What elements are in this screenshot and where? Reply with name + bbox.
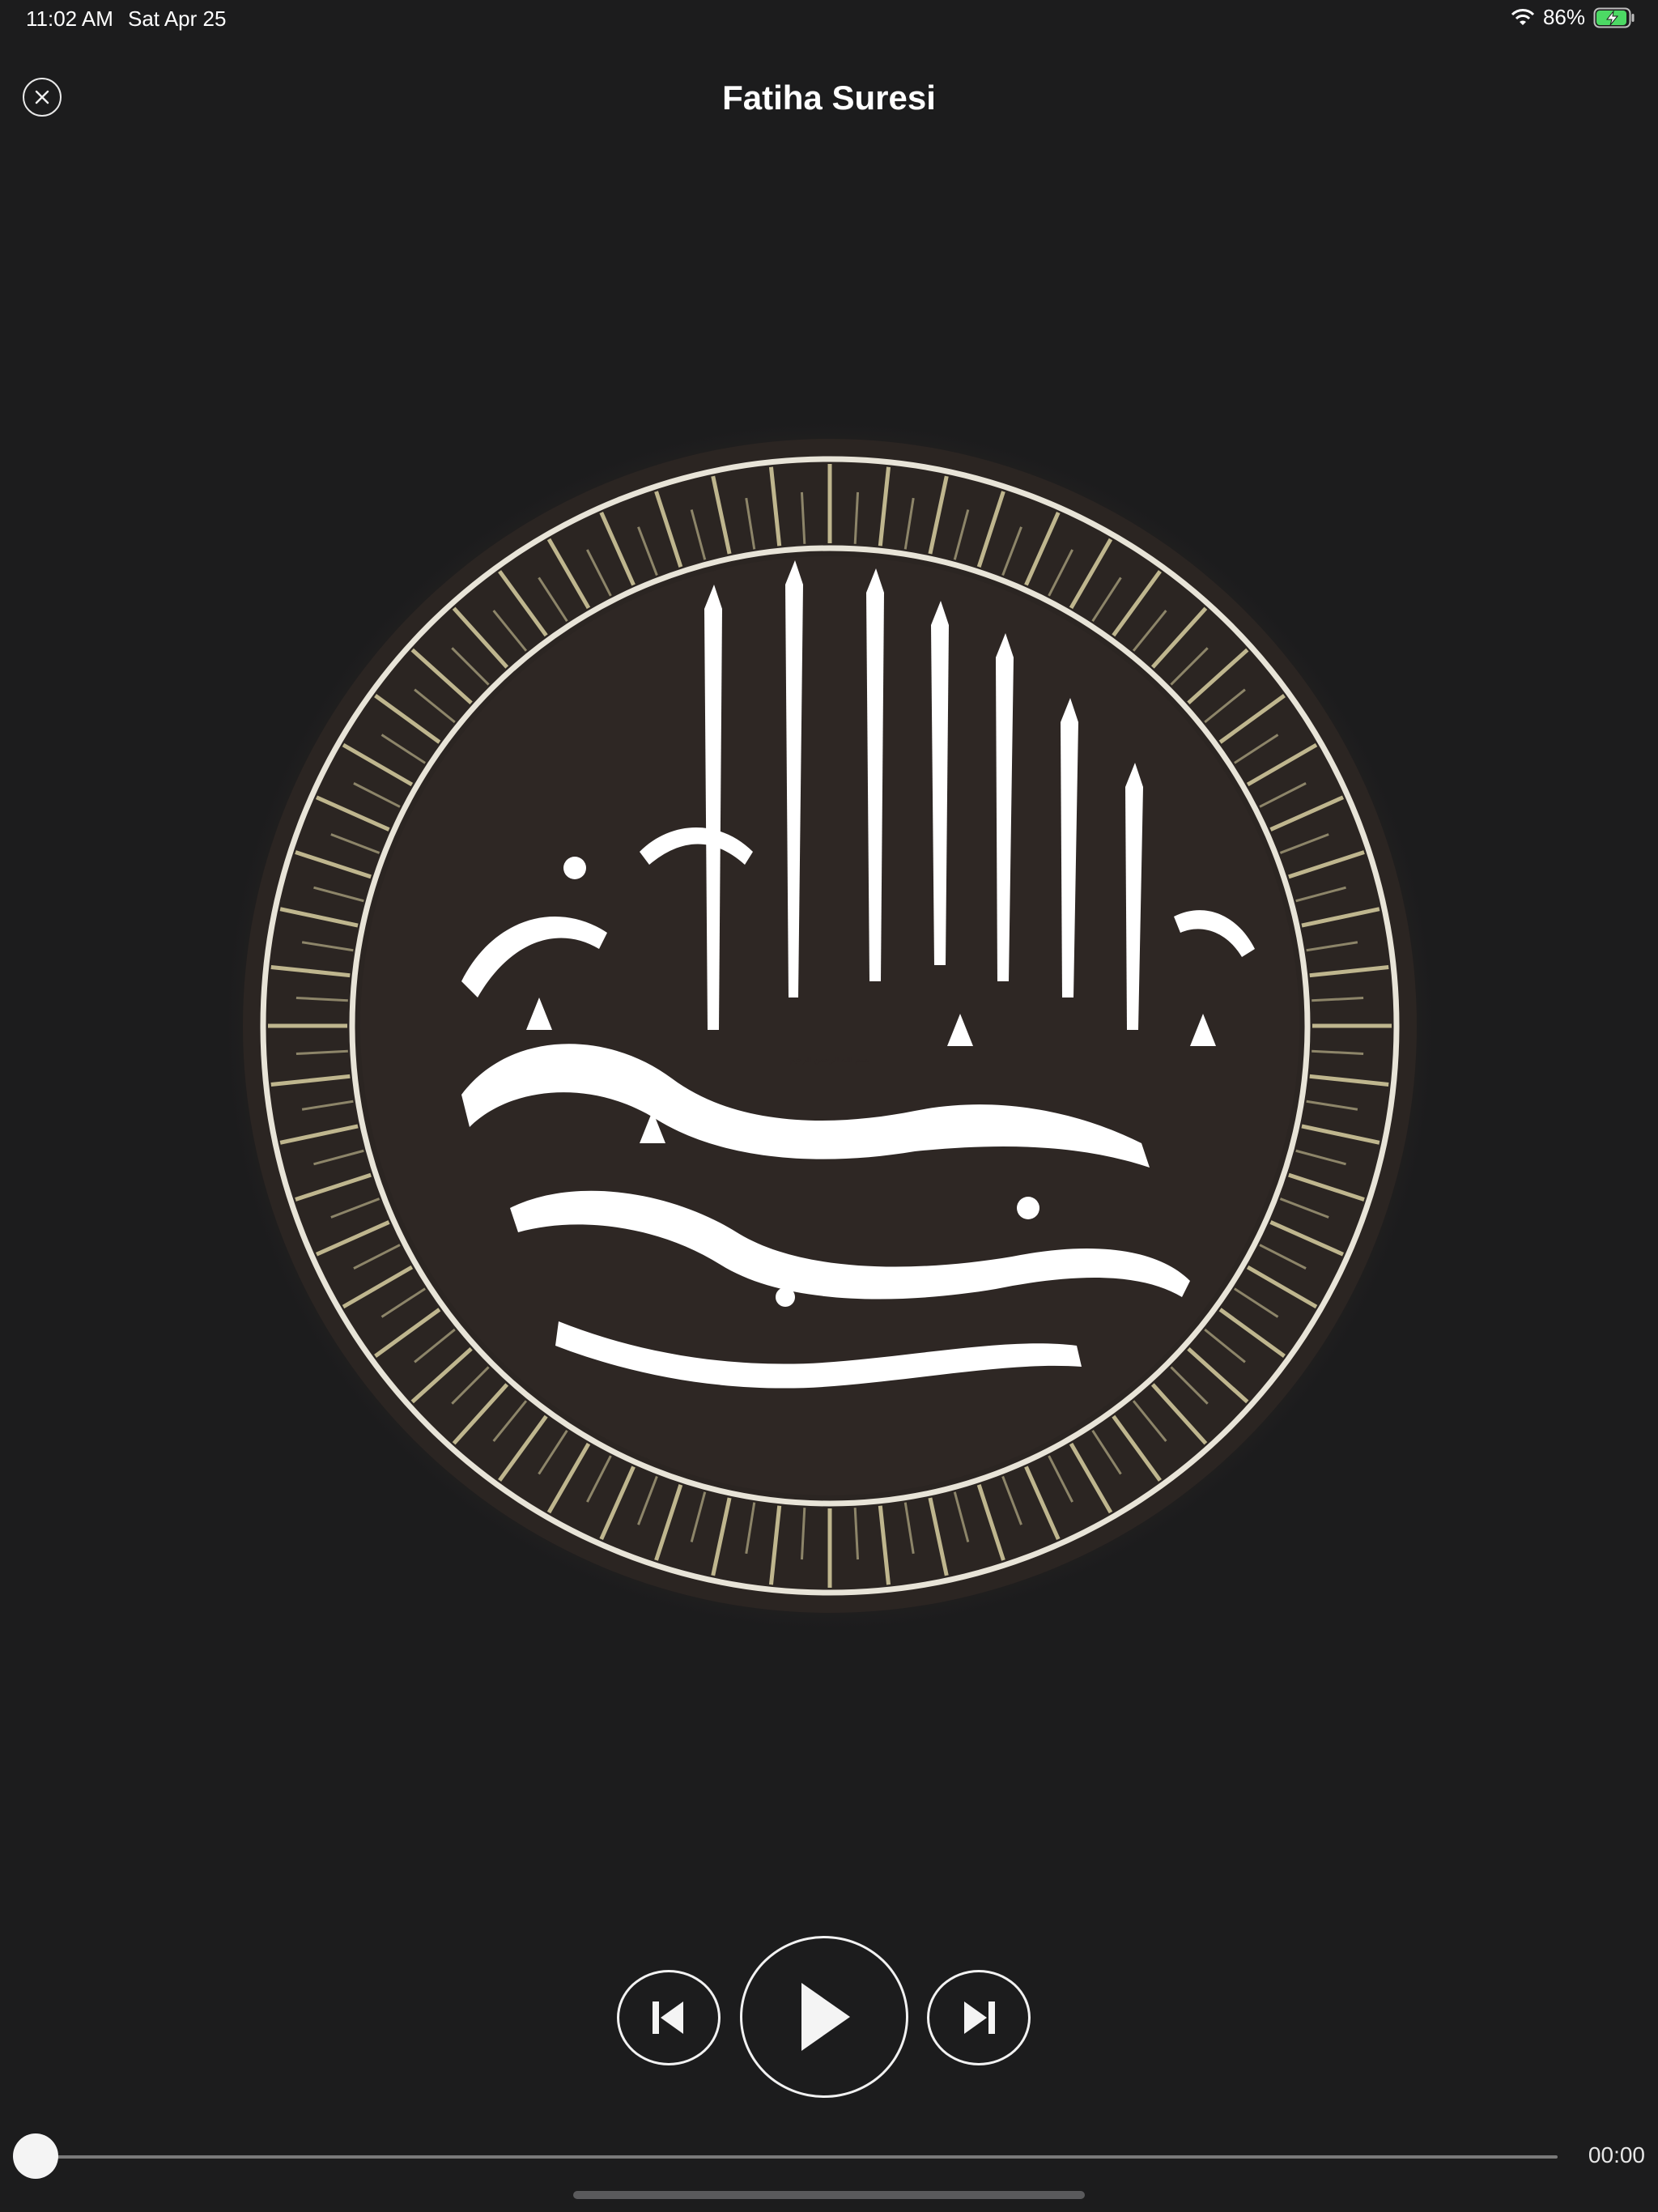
wifi-icon bbox=[1511, 8, 1535, 28]
skip-next-icon bbox=[964, 2001, 995, 2034]
bismillah-artwork: بسم الله الرحمن الرحيم bbox=[219, 415, 1441, 1637]
battery-percent: 86% bbox=[1542, 5, 1585, 29]
skip-previous-icon bbox=[653, 2001, 683, 2034]
status-date: Sat Apr 25 bbox=[128, 6, 227, 31]
page-title: Fatiha Suresi bbox=[722, 79, 936, 117]
status-indicators: 86% bbox=[1511, 5, 1635, 30]
bismillah-medallion-image: بسم الله الرحمن الرحيم bbox=[219, 415, 1441, 1637]
calligraphy-text: بسم الله الرحمن الرحيم bbox=[789, 1056, 869, 1065]
status-time: 11:02 AM bbox=[26, 6, 113, 31]
battery-charging-icon bbox=[1593, 7, 1635, 28]
status-bar: 11:02 AM Sat Apr 25 86% bbox=[0, 0, 1658, 39]
home-indicator[interactable] bbox=[573, 2191, 1085, 2199]
play-button[interactable] bbox=[740, 1936, 908, 2098]
elapsed-time: 00:00 bbox=[1588, 2142, 1645, 2167]
seek-thumb[interactable] bbox=[13, 2133, 58, 2179]
next-track-button[interactable] bbox=[927, 1970, 1031, 2065]
seek-bar[interactable] bbox=[36, 2155, 1558, 2159]
play-icon bbox=[801, 1983, 850, 2051]
previous-track-button[interactable] bbox=[617, 1970, 721, 2065]
